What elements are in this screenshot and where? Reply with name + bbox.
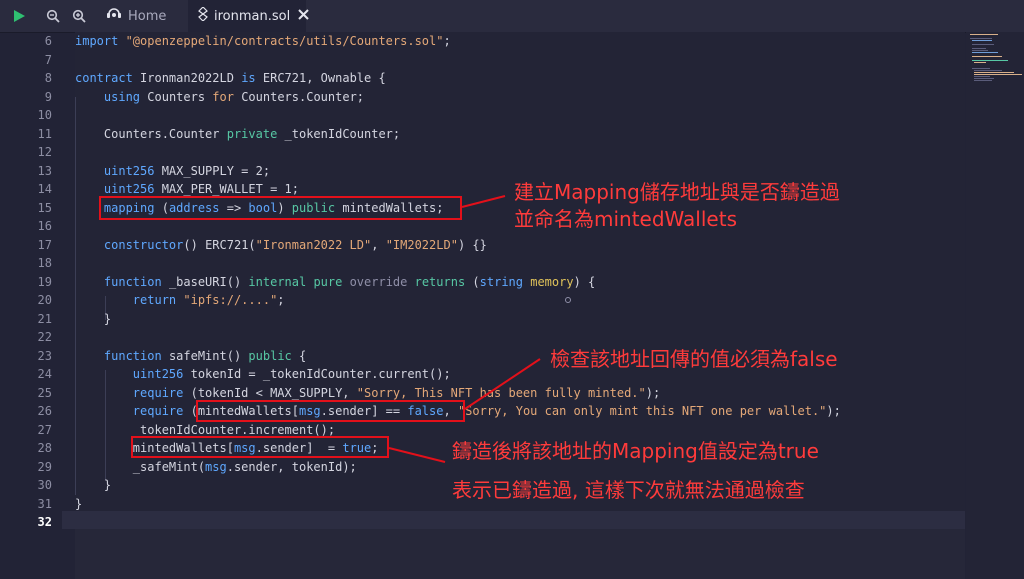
editor-toolbar: Home ironman.sol <box>0 0 1024 33</box>
set-true-annotation-line2: 表示已鑄造過, 這樣下次就無法通過檢查 <box>452 478 805 502</box>
tab-home[interactable]: Home <box>96 0 184 32</box>
tab-home-label: Home <box>128 8 167 24</box>
require-pointer-line <box>464 358 541 410</box>
solidity-file-icon <box>198 6 208 25</box>
mapping-annotation-line1: 建立Mapping儲存地址與是否鑄造過 <box>514 180 840 204</box>
require-annotation: 檢查該地址回傳的值必須為false <box>550 347 838 371</box>
tab-ironman-sol-label: ironman.sol <box>214 8 291 24</box>
zoom-out-icon[interactable] <box>42 0 64 32</box>
code-editor[interactable]: 6 7 8 9 10 11 12 13 14 15 16 17 18 19 20 21 22 23 24 25 26 27… <box>0 32 1024 579</box>
play-icon[interactable] <box>8 0 30 32</box>
set-true-annotation-line1: 鑄造後將該地址的Mapping值設定為true <box>452 439 819 463</box>
mapping-pointer-line <box>461 195 506 208</box>
set-true-pointer-line <box>388 447 446 463</box>
zoom-in-icon[interactable] <box>68 0 90 32</box>
mapping-annotation-line2: 並命名為mintedWallets <box>514 207 737 231</box>
tab-ironman-sol[interactable]: ironman.sol <box>188 0 309 32</box>
close-icon[interactable] <box>298 8 309 24</box>
remix-logo-icon <box>106 7 122 25</box>
